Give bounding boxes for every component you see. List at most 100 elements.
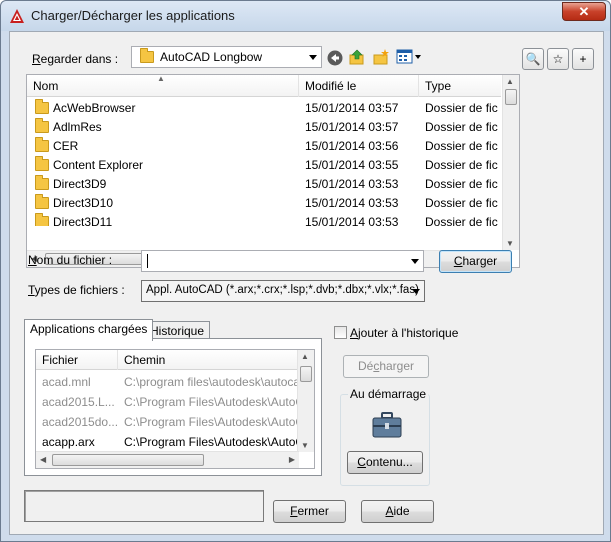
file-modified: 15/01/2014 03:53 <box>305 196 399 210</box>
file-name-input[interactable] <box>141 250 424 272</box>
loaded-app-file: acad2015do... <box>42 415 118 429</box>
file-row[interactable]: CER 15/01/2014 03:56 Dossier de fic <box>27 137 501 156</box>
file-list-header: Nom ▲ Modifié le Type <box>27 74 501 97</box>
file-name: Content Explorer <box>53 158 144 172</box>
file-type: Dossier de fic <box>425 215 498 226</box>
folder-icon <box>35 213 49 226</box>
file-type: Dossier de fic <box>425 120 498 134</box>
scroll-left-icon[interactable]: ◀ <box>40 455 46 464</box>
view-menu-icon[interactable] <box>396 49 422 65</box>
loaded-app-file: acapp.arx <box>42 435 95 449</box>
contents-button[interactable]: Contenu... <box>347 451 423 474</box>
column-type[interactable]: Type <box>419 75 501 97</box>
file-name: Direct3D10 <box>53 196 114 210</box>
loaded-app-row[interactable]: acad2015do... C:\Program Files\Autodesk\… <box>36 412 299 432</box>
locations-button[interactable]: ☆ <box>547 48 569 70</box>
text-cursor <box>147 254 148 268</box>
tab-loaded-applications[interactable]: Applications chargées <box>24 319 154 341</box>
file-row[interactable]: AcWebBrowser 15/01/2014 03:57 Dossier de… <box>27 99 501 118</box>
loaded-applications-list[interactable]: Fichier Chemin acad.mnl C:\program files… <box>35 349 315 469</box>
add-to-history-label: Ajouter à l'historique <box>350 326 459 340</box>
file-row[interactable]: Content Explorer 15/01/2014 03:55 Dossie… <box>27 156 501 175</box>
column-file[interactable]: Fichier <box>36 350 118 370</box>
file-types-label: Types de fichiers : <box>28 283 125 297</box>
find-button[interactable]: 🔍 <box>522 48 544 70</box>
scroll-thumb[interactable] <box>505 89 517 105</box>
loaded-list-horizontal-scrollbar[interactable]: ◀ ▶ <box>36 451 299 468</box>
load-button[interactable]: Charger <box>439 250 512 273</box>
startup-suite-label: Au démarrage <box>348 387 429 401</box>
file-type: Dossier de fic <box>425 101 498 115</box>
file-row[interactable]: AdlmRes 15/01/2014 03:57 Dossier de fic <box>27 118 501 137</box>
file-type: Dossier de fic <box>425 196 498 210</box>
folder-icon <box>35 194 49 209</box>
file-modified: 15/01/2014 03:53 <box>305 177 399 191</box>
window-close-button[interactable]: ✕ <box>562 2 606 21</box>
startup-suite-group: Au démarrage Contenu... <box>340 387 430 486</box>
loaded-app-file: acad.mnl <box>42 375 91 389</box>
column-modified[interactable]: Modifié le <box>299 75 419 97</box>
file-type: Dossier de fic <box>425 139 498 153</box>
scroll-right-icon[interactable]: ▶ <box>289 455 295 464</box>
scroll-down-icon[interactable]: ▼ <box>301 441 309 450</box>
loaded-app-row[interactable]: acapp.arx C:\Program Files\Autodesk\Auto… <box>36 432 299 452</box>
back-icon[interactable] <box>326 49 344 67</box>
loaded-app-path: C:\Program Files\Autodesk\AutoCA... <box>124 435 297 449</box>
loaded-list-header: Fichier Chemin <box>36 350 299 370</box>
folder-icon <box>35 137 49 152</box>
file-name: AdlmRes <box>53 120 102 134</box>
look-in-combo[interactable]: AutoCAD Longbow <box>131 46 322 68</box>
loaded-app-path: C:\program files\autodesk\autocad ... <box>124 375 297 389</box>
scroll-down-icon[interactable]: ▼ <box>506 239 514 248</box>
unload-button[interactable]: Décharger <box>343 355 429 378</box>
file-row[interactable]: Direct3D10 15/01/2014 03:53 Dossier de f… <box>27 194 501 213</box>
file-types-select[interactable]: Appl. AutoCAD (*.arx;*.crx;*.lsp;*.dvb;*… <box>141 280 425 302</box>
loaded-app-path: C:\Program Files\Autodesk\AutoCA... <box>124 395 297 409</box>
file-modified: 15/01/2014 03:55 <box>305 158 399 172</box>
chevron-down-icon <box>411 259 419 264</box>
look-in-label: Regarder dans : <box>32 52 119 66</box>
folder-icon <box>35 156 49 171</box>
window-title: Charger/Décharger les applications <box>31 8 235 23</box>
loaded-applications-panel: Fichier Chemin acad.mnl C:\program files… <box>24 338 322 476</box>
dialog-body: Regarder dans : AutoCAD Longbow 🔍 ☆ + No… <box>9 31 604 535</box>
star-icon: ☆ <box>552 52 564 66</box>
chevron-down-icon <box>309 55 317 60</box>
folder-icon <box>35 99 49 114</box>
folder-icon <box>35 175 49 190</box>
file-list-vertical-scrollbar[interactable]: ▲ ▼ <box>502 75 519 250</box>
new-folder-icon[interactable] <box>372 48 390 66</box>
file-row[interactable]: Direct3D11 15/01/2014 03:53 Dossier de f… <box>27 213 501 226</box>
close-button[interactable]: Fermer <box>273 500 346 523</box>
add-icon: + <box>579 52 587 66</box>
scroll-up-icon[interactable]: ▲ <box>301 352 309 361</box>
loaded-app-row[interactable]: acad.mnl C:\program files\autodesk\autoc… <box>36 372 299 392</box>
column-path[interactable]: Chemin <box>118 350 299 370</box>
file-name: CER <box>53 139 79 153</box>
file-modified: 15/01/2014 03:53 <box>305 215 399 226</box>
folder-icon <box>140 48 154 63</box>
sort-ascending-icon: ▲ <box>157 74 165 83</box>
add-to-history-checkbox[interactable] <box>334 326 347 339</box>
file-modified: 15/01/2014 03:56 <box>305 139 399 153</box>
search-icon: 🔍 <box>525 52 541 66</box>
file-type: Dossier de fic <box>425 177 498 191</box>
file-list[interactable]: Nom ▲ Modifié le Type AcWebBrowser 15/01… <box>26 74 520 268</box>
file-modified: 15/01/2014 03:57 <box>305 120 399 134</box>
scroll-thumb[interactable] <box>52 454 204 466</box>
file-modified: 15/01/2014 03:57 <box>305 101 399 115</box>
file-name: Direct3D9 <box>53 177 107 191</box>
folder-icon <box>35 118 49 133</box>
look-in-value: AutoCAD Longbow <box>160 50 263 64</box>
help-button[interactable]: Aide <box>361 500 434 523</box>
scroll-thumb[interactable] <box>300 366 312 382</box>
briefcase-icon <box>372 412 402 438</box>
loaded-app-row[interactable]: acad2015.L... C:\Program Files\Autodesk\… <box>36 392 299 412</box>
file-row[interactable]: Direct3D9 15/01/2014 03:53 Dossier de fi… <box>27 175 501 194</box>
up-folder-icon[interactable] <box>348 48 366 66</box>
scroll-up-icon[interactable]: ▲ <box>506 77 514 86</box>
add-favorite-button[interactable]: + <box>572 48 594 70</box>
loaded-app-path: C:\Program Files\Autodesk\AutoCA... <box>124 415 297 429</box>
loaded-list-vertical-scrollbar[interactable]: ▲ ▼ <box>297 350 314 452</box>
file-types-value: Appl. AutoCAD (*.arx;*.crx;*.lsp;*.dvb;*… <box>146 284 419 296</box>
